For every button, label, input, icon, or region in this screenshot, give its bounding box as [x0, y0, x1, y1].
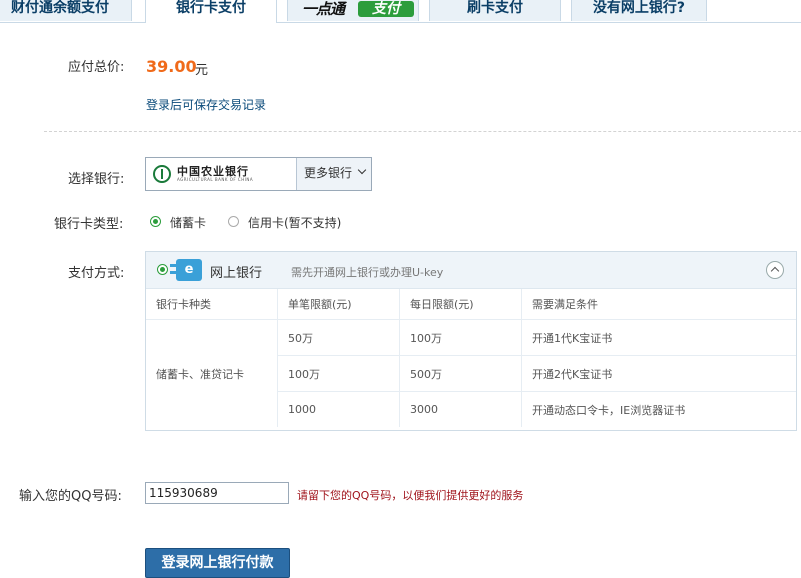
tab-label: 没有网上银行? — [592, 0, 686, 16]
online-banking-hint: 需先开通网上银行或办理U-key — [291, 266, 444, 279]
bank-selector[interactable]: 中国农业银行 AGRICULTURAL BANK OF CHINA 更多银行 — [145, 157, 372, 191]
pay-method-panel: e 网上银行 需先开通网上银行或办理U-key 银行卡种类 单笔限额(元) 每日… — [145, 251, 797, 431]
abc-bank-logo: 中国农业银行 AGRICULTURAL BANK OF CHINA — [153, 165, 293, 185]
single-limit-cell: 1000 — [277, 391, 400, 427]
tab-tenpay-balance[interactable]: 财付通余额支付 — [0, 0, 132, 21]
pay-online-bank-button[interactable]: 登录网上银行付款 — [145, 548, 290, 578]
tab-bank-card[interactable]: 银行卡支付 — [145, 0, 277, 23]
online-banking-radio[interactable] — [157, 264, 168, 275]
chevron-down-icon — [357, 165, 367, 175]
daily-limit-cell: 100万 — [399, 319, 522, 356]
qq-hint: 请留下您的QQ号码，以便我们提供更好的服务 — [297, 489, 524, 502]
login-record-link[interactable]: 登录后可保存交易记录 — [146, 96, 266, 113]
card-type-label: 银行卡类型: — [54, 217, 124, 232]
yidiantong-logo-right: 支付 — [358, 1, 414, 17]
bank-select-label: 选择银行: — [68, 172, 125, 187]
table-row: 储蓄卡、准贷记卡 50万 100万 开通1代K宝证书 — [146, 319, 796, 427]
currency-unit: 元 — [195, 63, 209, 78]
col-header: 每日限额(元) — [399, 289, 522, 320]
table-header-row: 银行卡种类 单笔限额(元) 每日限额(元) 需要满足条件 — [146, 289, 796, 320]
limits-table: 银行卡种类 单笔限额(元) 每日限额(元) 需要满足条件 储蓄卡、准贷记卡 50… — [146, 289, 796, 427]
tab-card-swipe[interactable]: 刷卡支付 — [429, 0, 561, 21]
online-banking-label: 网上银行 — [210, 266, 263, 281]
more-banks-label: 更多银行 — [304, 166, 353, 180]
abc-logo-icon — [153, 165, 171, 183]
qq-input[interactable] — [145, 482, 289, 504]
total-label: 应付总价: — [68, 60, 125, 75]
payment-tabs: 财付通余额支付 银行卡支付 一点通 支付 刷卡支付 没有网上银行? — [0, 0, 801, 23]
col-header: 单笔限额(元) — [277, 289, 400, 320]
col-header: 银行卡种类 — [146, 289, 278, 320]
ebank-icon: e — [170, 259, 202, 281]
tab-label: 刷卡支付 — [467, 0, 523, 16]
debit-card-label: 储蓄卡 — [170, 216, 207, 230]
tab-no-online-bank[interactable]: 没有网上银行? — [571, 0, 707, 21]
more-banks-button[interactable]: 更多银行 — [296, 158, 371, 190]
card-kind-cell: 储蓄卡、准贷记卡 — [146, 319, 278, 427]
condition-cell: 开通2代K宝证书 — [521, 355, 796, 392]
collapse-icon[interactable] — [766, 261, 784, 279]
tab-label: 财付通余额支付 — [11, 0, 109, 16]
yidiantong-logo-left: 一点通 — [302, 0, 345, 18]
condition-cell: 开通动态口令卡，IE浏览器证书 — [532, 403, 686, 417]
section-divider — [44, 131, 801, 132]
tab-label: 银行卡支付 — [176, 0, 246, 16]
col-header: 需要满足条件 — [521, 289, 796, 320]
qq-label: 输入您的QQ号码: — [19, 489, 122, 504]
credit-card-radio[interactable] — [228, 216, 239, 227]
single-limit-cell: 100万 — [277, 355, 400, 392]
condition-cell: 开通1代K宝证书 — [521, 319, 796, 356]
pay-method-label: 支付方式: — [68, 266, 125, 281]
bank-name-en: AGRICULTURAL BANK OF CHINA — [177, 177, 254, 182]
total-amount: 39.00 — [146, 57, 197, 76]
single-limit-cell: 50万 — [277, 319, 400, 356]
online-banking-option[interactable]: e 网上银行 需先开通网上银行或办理U-key — [146, 252, 796, 289]
yidiantong-logo: 一点通 支付 — [302, 1, 416, 18]
credit-card-label: 信用卡(暂不支持) — [248, 216, 342, 230]
daily-limit-cell: 3000 — [399, 391, 522, 427]
tab-yidiantong[interactable]: 一点通 支付 — [287, 0, 419, 21]
debit-card-radio[interactable] — [150, 216, 161, 227]
daily-limit-cell: 500万 — [399, 355, 522, 392]
